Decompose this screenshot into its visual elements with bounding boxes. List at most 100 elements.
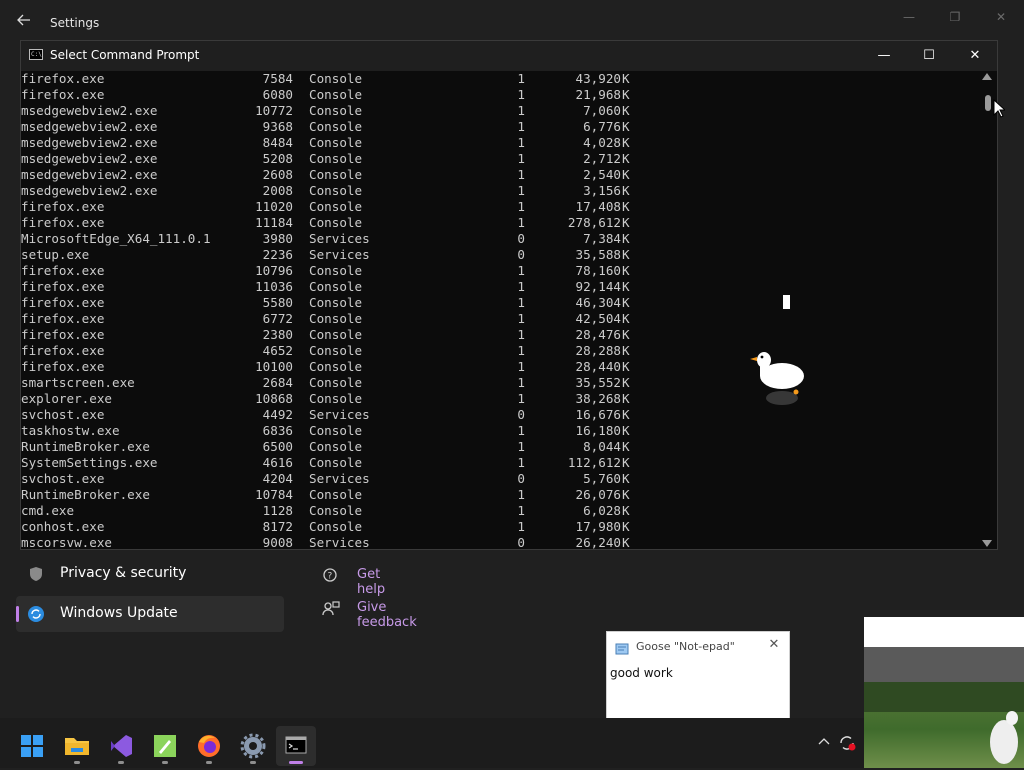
memory-usage: 17,980 <box>575 519 622 534</box>
process-pid: 10772 <box>255 103 293 118</box>
process-pid: 5580 <box>262 295 293 310</box>
session-number: 1 <box>517 295 525 310</box>
scroll-down-icon[interactable] <box>982 540 992 547</box>
memory-usage: 8,044 <box>583 439 621 454</box>
session-number: 1 <box>517 487 525 502</box>
start-button[interactable] <box>12 726 52 766</box>
scroll-thumb[interactable] <box>985 95 991 111</box>
memory-usage: 28,288 <box>575 343 622 358</box>
running-indicator <box>289 761 303 764</box>
visual-studio-icon <box>111 735 132 757</box>
taskbar <box>0 718 864 768</box>
chevron-up-icon[interactable] <box>818 736 830 748</box>
process-pid: 4204 <box>262 471 293 486</box>
close-icon[interactable]: ✕ <box>765 636 783 654</box>
settings-restore-button[interactable]: ❐ <box>944 8 966 26</box>
session-number: 1 <box>517 343 525 358</box>
session-number: 1 <box>517 455 525 470</box>
memory-usage: 35,552 <box>575 375 622 390</box>
command-prompt-window: C:\ Select Command Prompt — ☐ ✕ firefox.… <box>20 40 998 550</box>
process-pid: 4616 <box>262 455 293 470</box>
memory-usage: 43,920 <box>575 71 622 86</box>
back-arrow-icon[interactable] <box>16 12 32 28</box>
process-name: firefox.exe <box>21 199 105 214</box>
session-name: Console <box>309 343 363 358</box>
settings-minimize-button[interactable]: — <box>898 8 920 26</box>
sidebar-item-privacy-security[interactable]: Privacy & security <box>16 556 284 592</box>
memory-unit: K <box>622 263 630 278</box>
process-pid: 2008 <box>262 183 293 198</box>
memory-usage: 78,160 <box>575 263 622 278</box>
console-scrollbar[interactable] <box>979 71 997 549</box>
memory-usage: 16,180 <box>575 423 622 438</box>
process-row: firefox.exe 11020 Console 1 17,408 K <box>21 199 979 215</box>
session-name: Console <box>309 295 363 310</box>
goose-icon[interactable] <box>748 346 808 406</box>
session-number: 1 <box>517 151 525 166</box>
process-pid: 5208 <box>262 151 293 166</box>
session-number: 1 <box>517 375 525 390</box>
session-name: Console <box>309 135 363 150</box>
memory-usage: 2,540 <box>583 167 621 182</box>
process-name: cmd.exe <box>21 503 75 518</box>
taskbar-notepad-plus[interactable] <box>145 726 185 766</box>
session-name: Console <box>309 263 363 278</box>
process-pid: 1128 <box>262 503 293 518</box>
taskbar-command-prompt[interactable] <box>276 726 316 766</box>
cmd-titlebar[interactable]: C:\ Select Command Prompt — ☐ ✕ <box>21 41 997 71</box>
memory-unit: K <box>622 295 630 310</box>
notepad-text[interactable]: good work <box>610 666 673 680</box>
session-name: Console <box>309 119 363 134</box>
memory-unit: K <box>622 135 630 150</box>
running-indicator <box>162 761 168 764</box>
get-help-label: Get help <box>357 567 386 597</box>
process-name: mscorsvw.exe <box>21 535 112 549</box>
help-icon: ? <box>322 567 340 585</box>
running-indicator <box>74 761 80 764</box>
process-row: SystemSettings.exe 4616 Console 1 112,612 K <box>21 455 979 471</box>
console-output[interactable]: firefox.exe 7584 Console 1 43,920 Kfirefox.ex… <box>21 71 979 549</box>
session-number: 1 <box>517 423 525 438</box>
cmd-minimize-button[interactable]: — <box>869 45 899 67</box>
sidebar-item-windows-update[interactable]: Windows Update <box>16 596 284 632</box>
scroll-up-icon[interactable] <box>982 73 992 80</box>
memory-usage: 278,612 <box>567 215 621 230</box>
session-name: Services <box>309 247 370 262</box>
process-pid: 10784 <box>255 487 293 502</box>
process-name: msedgewebview2.exe <box>21 135 158 150</box>
process-name: firefox.exe <box>21 215 105 230</box>
text-cursor <box>783 295 790 309</box>
session-name: Console <box>309 151 363 166</box>
notepad-titlebar[interactable]: Goose "Not-epad" ✕ <box>607 632 789 660</box>
cmd-maximize-button[interactable]: ☐ <box>914 45 944 67</box>
memory-usage: 2,712 <box>583 151 621 166</box>
gear-icon <box>240 733 266 759</box>
memory-usage: 46,304 <box>575 295 622 310</box>
settings-close-button[interactable]: ✕ <box>990 8 1012 26</box>
memory-unit: K <box>622 359 630 374</box>
sync-status-icon[interactable] <box>838 734 856 752</box>
process-name: RuntimeBroker.exe <box>21 487 150 502</box>
process-name: msedgewebview2.exe <box>21 183 158 198</box>
session-number: 1 <box>517 103 525 118</box>
running-indicator <box>206 761 212 764</box>
notepad-icon <box>615 640 629 655</box>
session-number: 1 <box>517 391 525 406</box>
taskbar-firefox[interactable] <box>189 726 229 766</box>
memory-unit: K <box>622 279 630 294</box>
cmd-close-button[interactable]: ✕ <box>960 45 990 67</box>
session-number: 1 <box>517 503 525 518</box>
memory-usage: 5,760 <box>583 471 621 486</box>
terminal-icon <box>285 736 307 754</box>
process-pid: 9008 <box>262 535 293 549</box>
memory-usage: 3,156 <box>583 183 621 198</box>
taskbar-visual-studio[interactable] <box>101 726 141 766</box>
session-name: Console <box>309 87 363 102</box>
session-number: 1 <box>517 279 525 294</box>
session-number: 1 <box>517 119 525 134</box>
process-pid: 10100 <box>255 359 293 374</box>
session-number: 1 <box>517 439 525 454</box>
taskbar-file-explorer[interactable] <box>57 726 97 766</box>
process-row: MicrosoftEdge_X64_111.0.1 3980 Services 0 7,… <box>21 231 979 247</box>
taskbar-settings[interactable] <box>233 726 273 766</box>
